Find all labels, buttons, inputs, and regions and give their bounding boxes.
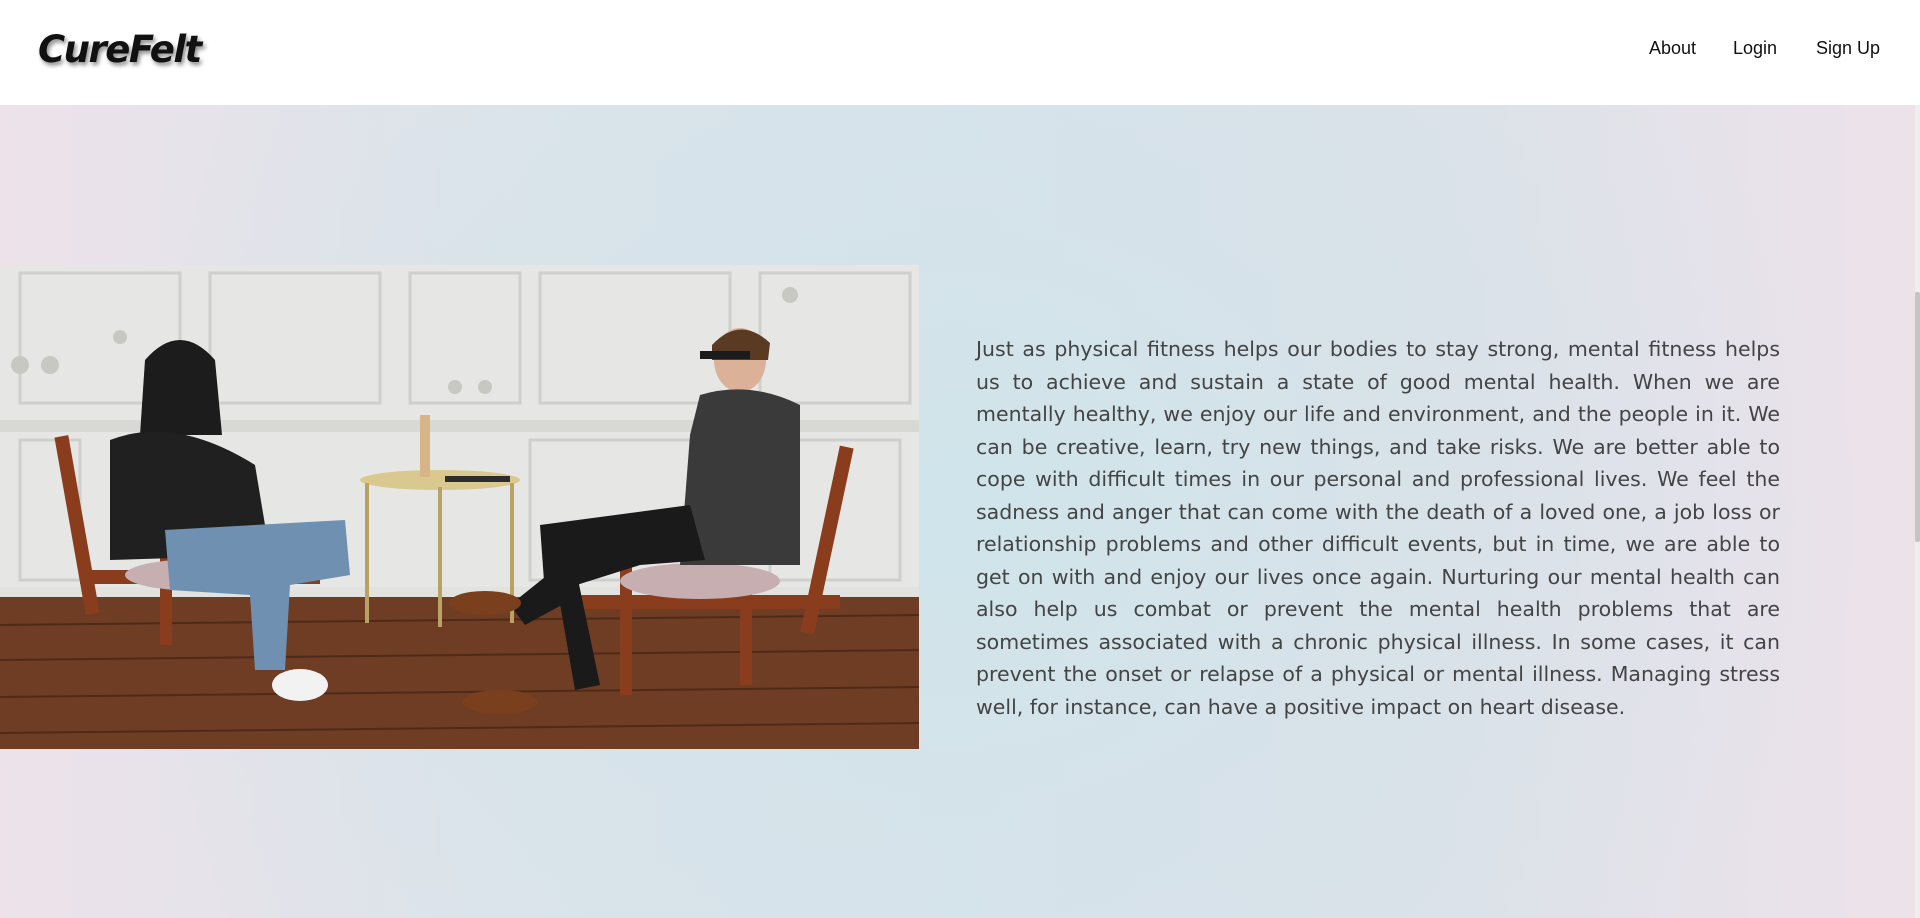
nav-link-login[interactable]: Login: [1733, 38, 1777, 59]
mental-health-paragraph: Just as physical fitness helps our bodie…: [976, 337, 1780, 719]
scrollbar-thumb[interactable]: [1915, 292, 1920, 542]
logo[interactable]: CureFelt: [38, 28, 202, 71]
therapy-session-photo: [0, 265, 919, 749]
nav-link-signup[interactable]: Sign Up: [1816, 38, 1880, 59]
site-header: CureFelt About Login Sign Up: [0, 0, 1920, 105]
nav-link-about[interactable]: About: [1649, 38, 1696, 59]
